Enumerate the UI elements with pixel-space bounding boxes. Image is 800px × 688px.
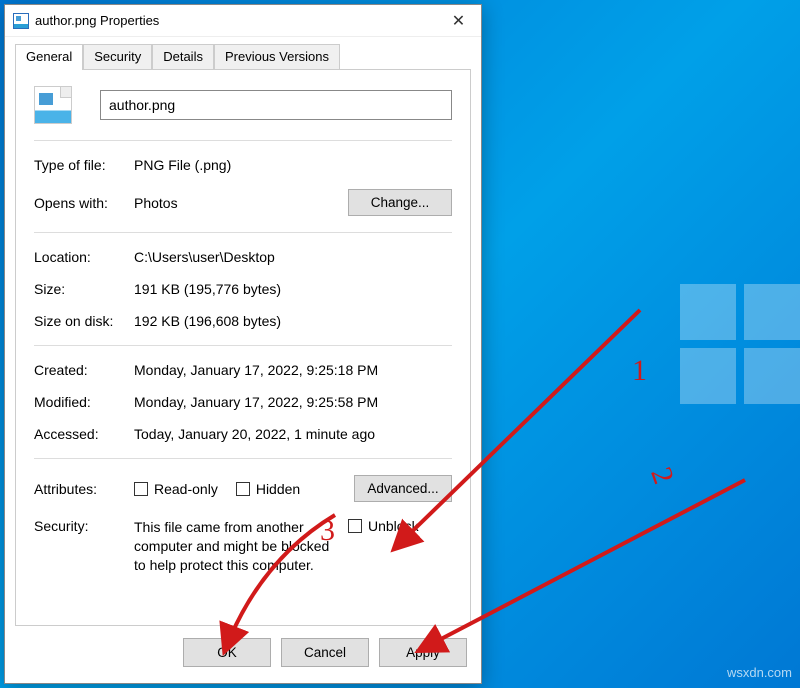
type-value: PNG File (.png) — [134, 157, 231, 173]
location-label: Location: — [34, 249, 134, 265]
accessed-label: Accessed: — [34, 426, 134, 442]
tab-previous-versions[interactable]: Previous Versions — [214, 44, 340, 70]
tab-general[interactable]: General — [15, 44, 83, 70]
tab-panel-general: Type of file: PNG File (.png) Opens with… — [15, 69, 471, 626]
change-button[interactable]: Change... — [348, 189, 452, 216]
cancel-button[interactable]: Cancel — [281, 638, 369, 667]
apply-button[interactable]: Apply — [379, 638, 467, 667]
created-label: Created: — [34, 362, 134, 378]
svg-text:1: 1 — [632, 354, 647, 387]
file-icon — [13, 13, 29, 29]
advanced-button[interactable]: Advanced... — [354, 475, 452, 502]
unblock-checkbox[interactable] — [348, 519, 362, 533]
hidden-checkbox[interactable] — [236, 482, 250, 496]
size-on-disk-label: Size on disk: — [34, 313, 134, 329]
properties-dialog: author.png Properties ✕ General Security… — [4, 4, 482, 684]
separator — [34, 345, 452, 346]
windows-logo — [680, 284, 800, 404]
dialog-footer: OK Cancel Apply — [5, 638, 481, 683]
size-label: Size: — [34, 281, 134, 297]
modified-label: Modified: — [34, 394, 134, 410]
watermark: wsxdn.com — [727, 665, 792, 680]
separator — [34, 140, 452, 141]
window-title: author.png Properties — [35, 13, 436, 28]
size-on-disk-value: 192 KB (196,608 bytes) — [134, 313, 281, 329]
readonly-checkbox[interactable] — [134, 482, 148, 496]
filename-input[interactable] — [100, 90, 452, 120]
ok-button[interactable]: OK — [183, 638, 271, 667]
separator — [34, 458, 452, 459]
tab-bar: General Security Details Previous Versio… — [5, 37, 481, 69]
hidden-label: Hidden — [256, 481, 300, 497]
size-value: 191 KB (195,776 bytes) — [134, 281, 281, 297]
file-thumbnail-icon — [34, 86, 72, 124]
created-value: Monday, January 17, 2022, 9:25:18 PM — [134, 362, 378, 378]
opens-with-label: Opens with: — [34, 195, 134, 211]
security-label: Security: — [34, 518, 134, 534]
modified-value: Monday, January 17, 2022, 9:25:58 PM — [134, 394, 378, 410]
security-text: This file came from another computer and… — [134, 518, 334, 575]
titlebar[interactable]: author.png Properties ✕ — [5, 5, 481, 37]
close-button[interactable]: ✕ — [436, 5, 481, 37]
tab-details[interactable]: Details — [152, 44, 214, 70]
unblock-label: Unblock — [368, 518, 419, 534]
type-label: Type of file: — [34, 157, 134, 173]
readonly-label: Read-only — [154, 481, 218, 497]
accessed-value: Today, January 20, 2022, 1 minute ago — [134, 426, 375, 442]
location-value: C:\Users\user\Desktop — [134, 249, 275, 265]
separator — [34, 232, 452, 233]
opens-with-value: Photos — [134, 195, 178, 211]
svg-text:2: 2 — [644, 463, 680, 488]
tab-security[interactable]: Security — [83, 44, 152, 70]
attributes-label: Attributes: — [34, 481, 134, 497]
